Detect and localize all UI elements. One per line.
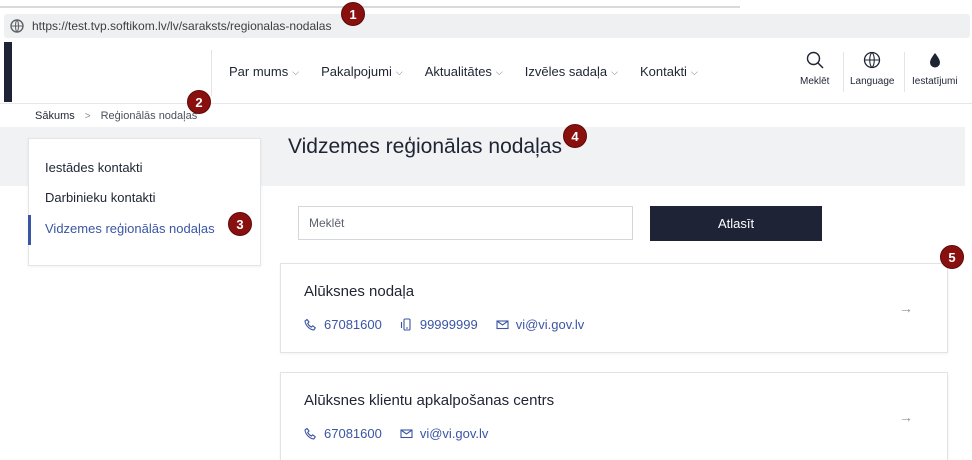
phone-icon (304, 427, 317, 440)
nav-item-label: Par mums (229, 64, 289, 79)
main-nav: Par mums ⌵ Pakalpojumi ⌵ Aktualitātes ⌵ … (229, 64, 698, 79)
search-input[interactable] (298, 206, 633, 240)
mobile-phone-icon (400, 318, 411, 331)
chevron-down-icon: ⌵ (690, 67, 698, 77)
department-card[interactable]: Alūksnes klientu apkalpošanas centrs 670… (280, 372, 948, 460)
annotation-marker-5: 5 (940, 245, 964, 269)
settings-label: Iestatījumi (912, 76, 958, 87)
breadcrumb-separator: > (84, 110, 91, 122)
arrow-right-icon: → (899, 300, 913, 316)
chevron-down-icon: ⌵ (611, 67, 618, 77)
nav-item-izveles-sadala[interactable]: Izvēles sadaļa ⌵ (525, 64, 618, 79)
envelope-icon (496, 320, 509, 330)
nav-item-label: Pakalpojumi (321, 64, 392, 79)
phone-number: 67081600 (324, 426, 382, 441)
email-contact[interactable]: vi@vi.gov.lv (496, 317, 585, 332)
chevron-down-icon: ⌵ (495, 67, 503, 77)
sidebar-item-vidzemes-regionalas-nodalas[interactable]: Vidzemes reģionālās nodaļas (45, 221, 215, 236)
site-info-globe-icon[interactable] (10, 19, 24, 33)
phone-icon (304, 318, 317, 331)
department-card[interactable]: Alūksnes nodaļa 67081600 99999999 vi@vi.… (280, 263, 948, 353)
nav-item-label: Izvēles sadaļa (524, 64, 608, 79)
nav-item-pakalpojumi[interactable]: Pakalpojumi ⌵ (321, 64, 403, 79)
site-header: Par mums ⌵ Pakalpojumi ⌵ Aktualitātes ⌵ … (0, 42, 972, 104)
phone-contact[interactable]: 67081600 (304, 426, 382, 441)
phone-contact[interactable]: 67081600 (304, 317, 382, 332)
browser-address-bar: https://test.tvp.softikom.lv/lv/saraksts… (0, 0, 972, 42)
filter-button[interactable]: Atlasīt (650, 206, 822, 241)
globe-icon (864, 51, 881, 69)
nav-item-kontakti[interactable]: Kontakti ⌵ (640, 64, 698, 79)
logo-placeholder-bar (4, 42, 12, 102)
nav-item-aktualitates[interactable]: Aktualitātes ⌵ (425, 64, 503, 79)
magnifier-icon (806, 51, 824, 69)
annotation-marker-3: 3 (228, 212, 252, 236)
envelope-icon (400, 429, 413, 439)
active-indicator (28, 215, 31, 245)
email-contact[interactable]: vi@vi.gov.lv (400, 426, 489, 441)
annotation-marker-4: 4 (563, 124, 587, 148)
mobile-number: 99999999 (419, 317, 478, 332)
card-contacts: 67081600 99999999 vi@vi.gov.lv (304, 317, 602, 332)
browser-tab-strip-line (0, 6, 740, 8)
card-title: Alūksnes klientu apkalpošanas centrs (304, 392, 555, 409)
settings-button[interactable]: Iestatījumi (912, 50, 958, 96)
email-address: vi@vi.gov.lv (419, 426, 489, 441)
mobile-contact[interactable]: 99999999 (400, 317, 478, 332)
breadcrumb-current: Reģionālās nodaļas (100, 110, 198, 122)
page-title: Vidzemes reģionālas nodaļas (288, 135, 562, 158)
card-contacts: 67081600 vi@vi.gov.lv (304, 426, 506, 441)
sidebar-item-darbinieku-kontakti[interactable]: Darbinieku kontakti (45, 190, 156, 205)
address-url-text[interactable]: https://test.tvp.softikom.lv/lv/saraksts… (32, 19, 331, 33)
language-label: Language (850, 76, 895, 87)
search-label: Meklēt (800, 76, 830, 87)
arrow-right-icon: → (899, 409, 913, 425)
tool-separator (843, 52, 844, 92)
card-title: Alūksnes nodaļa (304, 283, 415, 300)
sidebar-item-iestades-kontakti[interactable]: Iestādes kontakti (45, 160, 143, 175)
header-search-button[interactable]: Meklēt (800, 50, 829, 96)
phone-number: 67081600 (324, 317, 382, 332)
tool-separator (904, 52, 905, 92)
language-button[interactable]: Language (850, 50, 895, 96)
droplet-icon (929, 53, 940, 68)
annotation-marker-1: 1 (341, 2, 365, 26)
header-divider (211, 50, 212, 96)
annotation-marker-2: 2 (187, 90, 211, 114)
breadcrumb: Sākums > Reģionālās nodaļas (35, 110, 197, 122)
side-menu: Iestādes kontakti Darbinieku kontakti Vi… (28, 138, 261, 266)
nav-item-par-mums[interactable]: Par mums ⌵ (229, 64, 299, 79)
nav-item-label: Aktualitātes (424, 64, 492, 79)
email-address: vi@vi.gov.lv (515, 317, 585, 332)
chevron-down-icon: ⌵ (395, 67, 403, 77)
nav-item-label: Kontakti (639, 64, 687, 79)
breadcrumb-home-link[interactable]: Sākums (35, 110, 75, 122)
chevron-down-icon: ⌵ (292, 67, 300, 77)
